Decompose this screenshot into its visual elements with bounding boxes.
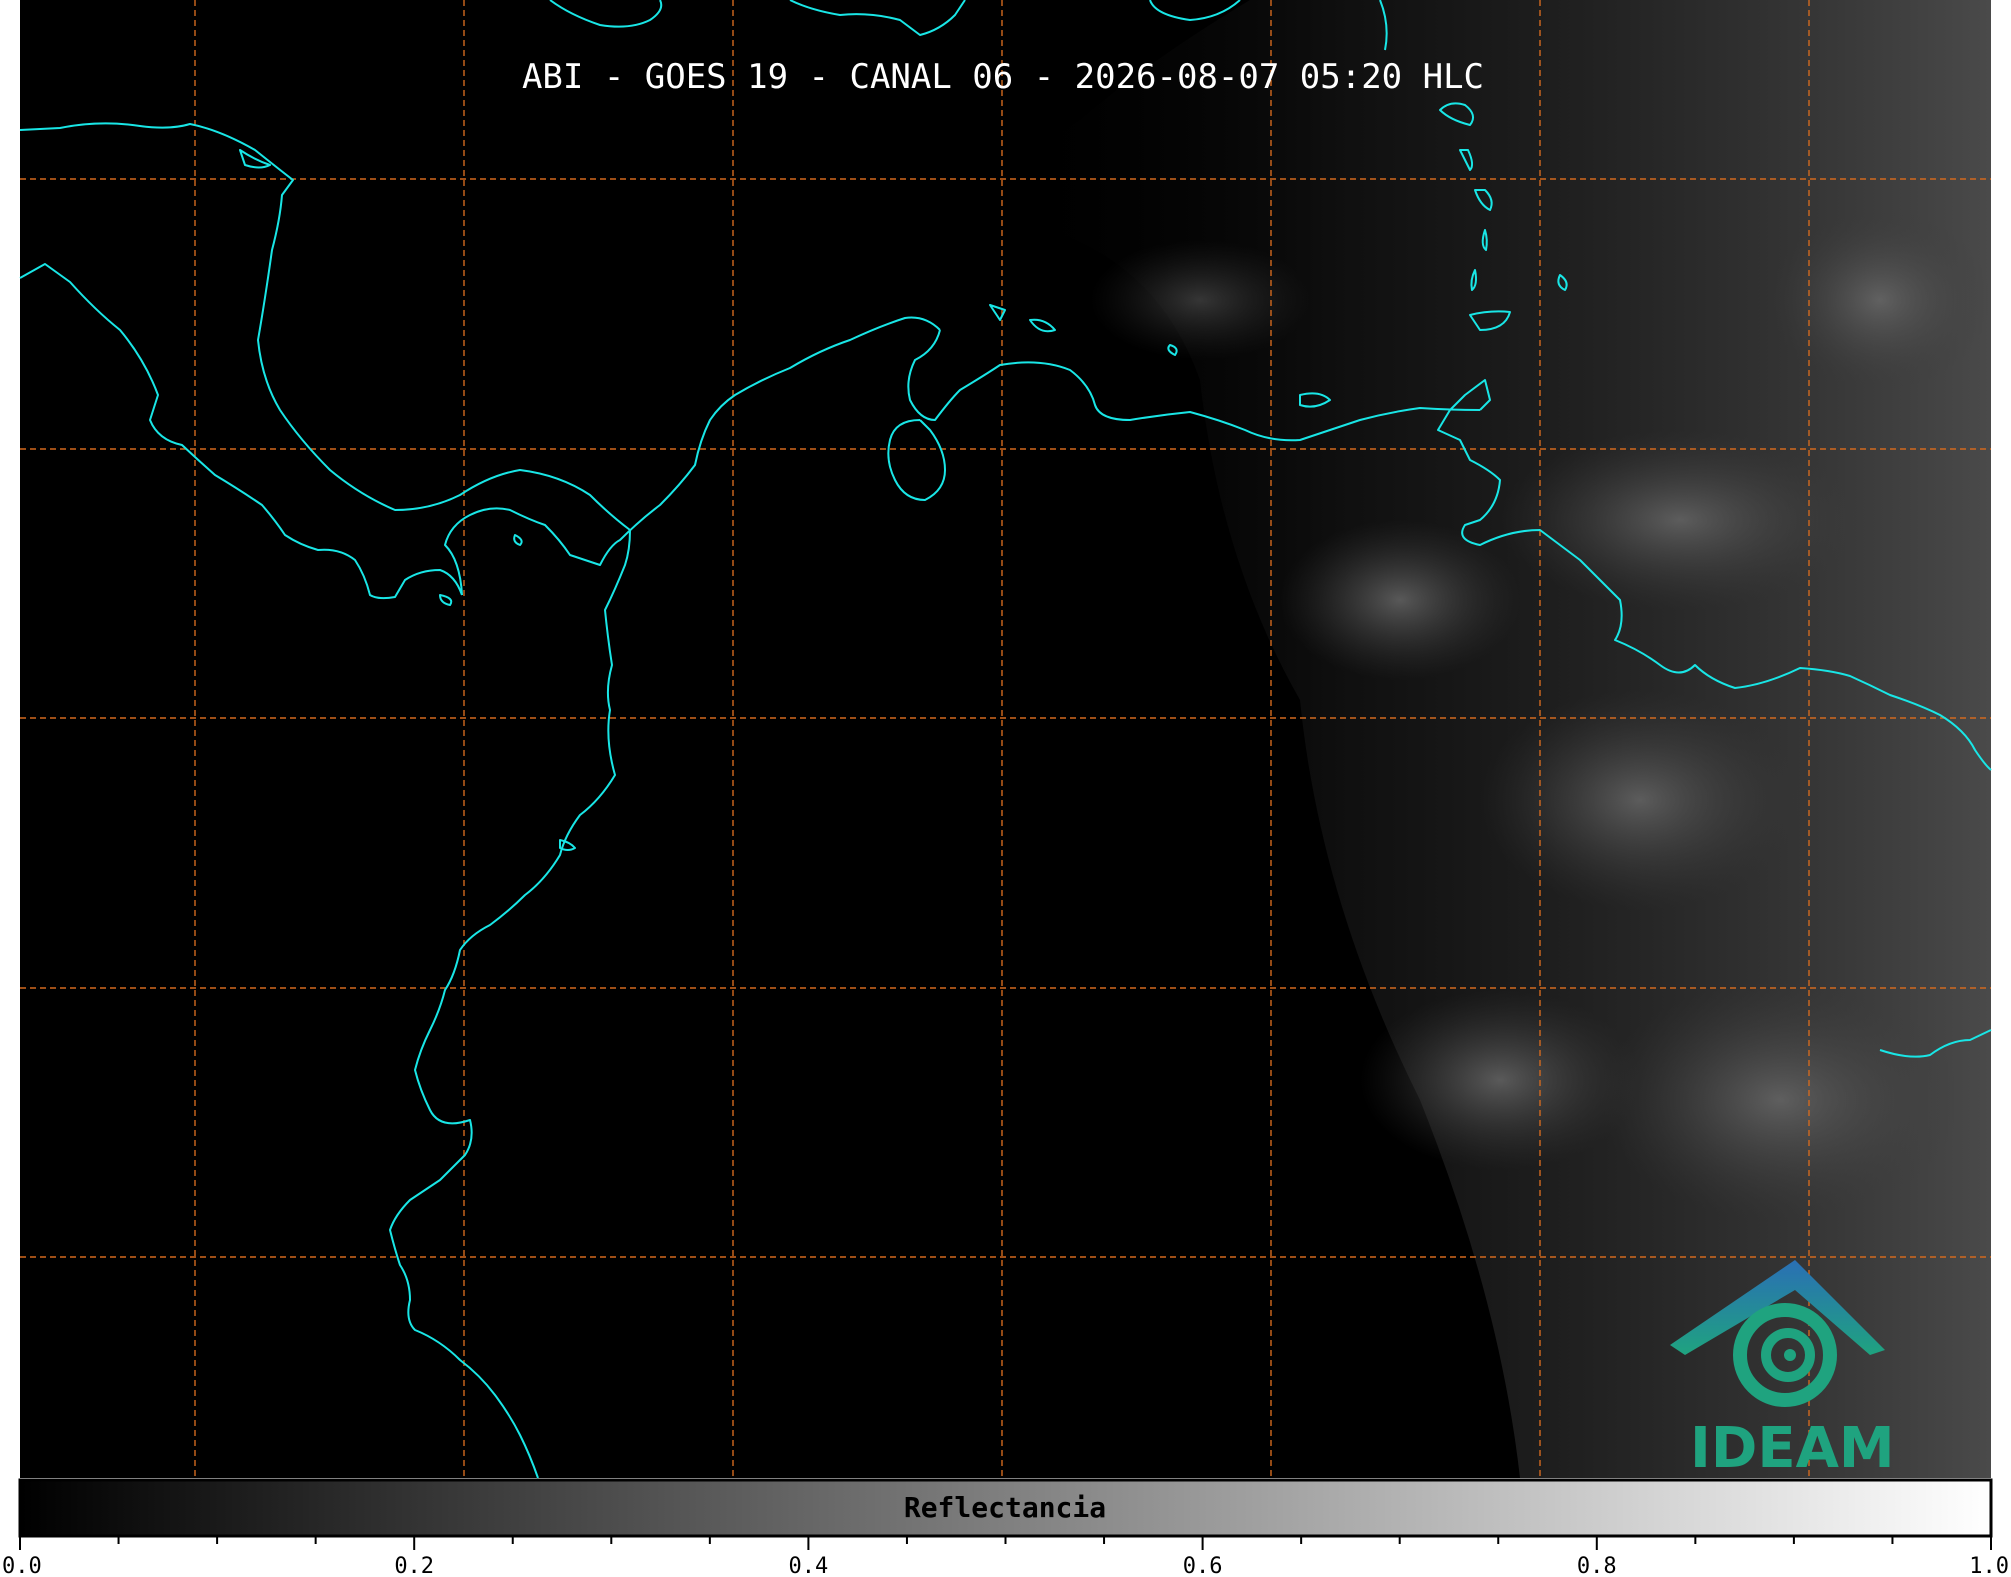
colorbar-tick-label: 0.0 xyxy=(2,1554,42,1577)
satellite-map: ABI - GOES 19 - CANAL 06 - 2026-08-07 05… xyxy=(2,0,2009,1577)
colorbar: Reflectancia 0.0 0.2 0.4 0.6 0.8 1.0 xyxy=(2,1478,2009,1577)
map-title: ABI - GOES 19 - CANAL 06 - 2026-08-07 05… xyxy=(522,57,1484,97)
colorbar-tick-label: 0.8 xyxy=(1577,1554,1617,1577)
colorbar-tick-label: 0.4 xyxy=(789,1554,829,1577)
ideam-logo-text: IDEAM xyxy=(1690,1416,1895,1481)
colorbar-tick-label: 1.0 xyxy=(1969,1554,2009,1577)
colorbar-ticks xyxy=(19,1536,1992,1550)
colorbar-tick-labels: 0.0 0.2 0.4 0.6 0.8 1.0 xyxy=(2,1554,2009,1577)
colorbar-tick-label: 0.6 xyxy=(1183,1554,1223,1577)
colorbar-tick-label: 0.2 xyxy=(394,1554,434,1577)
colorbar-label: Reflectancia xyxy=(904,1491,1106,1524)
